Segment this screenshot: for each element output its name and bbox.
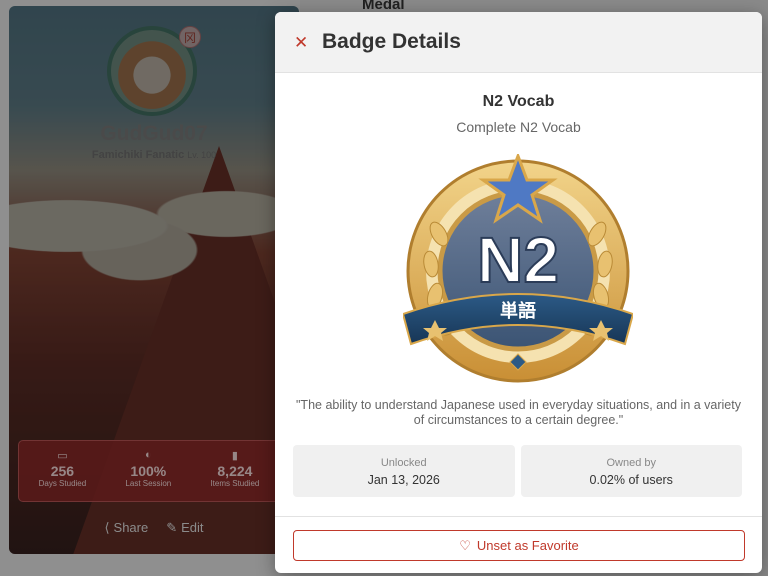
unset-favorite-button[interactable]: ♡ Unset as Favorite	[293, 530, 745, 561]
badge-quote: "The ability to understand Japanese used…	[296, 398, 741, 427]
unlocked-box: Unlocked Jan 13, 2026	[293, 445, 515, 497]
modal-header: ✕ Badge Details	[275, 12, 762, 73]
owned-by-box: Owned by 0.02% of users	[520, 445, 742, 497]
heart-icon: ♡	[459, 537, 471, 553]
badge-ribbon-text: 単語	[500, 300, 536, 322]
close-icon[interactable]: ✕	[294, 34, 310, 51]
modal-footer: ♡ Unset as Favorite	[275, 516, 762, 573]
unlocked-value: Jan 13, 2026	[367, 473, 440, 487]
badge-medal-image: N2 単語	[403, 154, 633, 383]
unset-favorite-label: Unset as Favorite	[476, 538, 579, 553]
badge-art-text: N2	[477, 224, 559, 296]
owned-by-value: 0.02% of users	[589, 473, 673, 487]
owned-by-label: Owned by	[606, 457, 657, 469]
badge-details-modal: ✕ Badge Details N2 Vocab Complete N2 Voc…	[275, 12, 762, 573]
unlocked-label: Unlocked	[380, 457, 427, 469]
badge-name: N2 Vocab	[482, 93, 555, 110]
badge-description: Complete N2 Vocab	[456, 119, 581, 135]
badge-info: Unlocked Jan 13, 2026 Owned by 0.02% of …	[293, 445, 742, 497]
modal-title: Badge Details	[322, 30, 461, 53]
